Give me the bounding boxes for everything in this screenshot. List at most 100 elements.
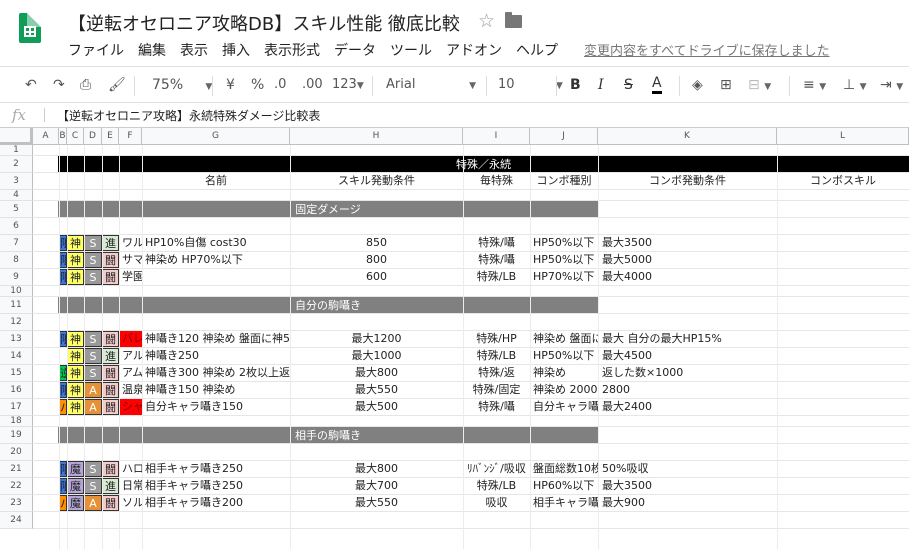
attribute-badge[interactable]: 魔 <box>67 478 84 494</box>
damage-value[interactable]: 最大550 <box>290 495 463 511</box>
combo-skill[interactable]: 最大3500 <box>598 235 777 251</box>
currency-button[interactable]: ¥ <box>226 76 235 94</box>
character-name[interactable]: 温泉レオルガ <box>119 382 142 398</box>
combo-condition[interactable]: 神染め 盤面に神6枚以上 神囁き1.5% <box>530 331 598 347</box>
skill-condition[interactable]: 相手キャラ囁き200 <box>142 495 290 511</box>
menu-item[interactable]: ツール <box>390 40 432 60</box>
column-header[interactable]: A <box>33 128 59 145</box>
rarity-badge[interactable]: 逆 <box>59 365 67 381</box>
percent-button[interactable]: % <box>251 76 264 94</box>
damage-value[interactable]: 最大700 <box>290 478 463 494</box>
print-icon[interactable]: ⎙ <box>80 76 91 94</box>
character-name[interactable]: サマーヴィクトリア <box>119 252 142 268</box>
combo-condition[interactable]: 神染め 2000自傷 <box>530 382 598 398</box>
rarity-badge[interactable]: 限 <box>59 235 67 251</box>
character-name[interactable]: シャローム <box>119 399 142 415</box>
skill-condition[interactable]: 相手キャラ囁き250 <box>142 461 290 477</box>
damage-value[interactable]: 最大1200 <box>290 331 463 347</box>
skill-condition[interactable]: 神囁き250 <box>142 348 290 364</box>
combo-type[interactable]: 特殊/囁 <box>463 252 530 268</box>
document-title[interactable]: 【逆転オセロニア攻略DB】スキル性能 徹底比較 <box>68 10 460 36</box>
combo-skill[interactable]: 50%吸収 <box>598 461 777 477</box>
menu-item[interactable]: 表示 <box>180 40 208 60</box>
borders-icon[interactable]: ⊞ <box>720 76 732 94</box>
paint-format-icon[interactable]: 🖌 <box>108 76 126 94</box>
grade-badge[interactable]: A <box>84 382 102 398</box>
row-number[interactable]: 22 <box>0 478 33 495</box>
combo-condition[interactable]: HP50%以下 自分の神囁き500 <box>530 252 598 268</box>
rarity-badge[interactable]: 限 <box>59 269 67 285</box>
attribute-badge[interactable]: 神 <box>67 331 84 347</box>
combo-type[interactable]: ﾘﾊﾞﾝｼﾞ/吸収 <box>463 461 530 477</box>
attribute-badge[interactable]: 魔 <box>67 461 84 477</box>
grade-badge[interactable]: S <box>84 348 102 364</box>
rarity-badge[interactable]: 限 <box>59 478 67 494</box>
row-number[interactable]: 8 <box>0 252 33 269</box>
combo-skill[interactable]: 最大3500 <box>598 478 777 494</box>
combo-type[interactable]: 特殊/囁 <box>463 235 530 251</box>
rarity-badge[interactable]: 限 <box>59 252 67 268</box>
attribute-badge[interactable]: 神 <box>67 399 84 415</box>
row-number[interactable]: 19 <box>0 427 33 444</box>
fill-color-icon[interactable]: ◈ <box>692 76 703 94</box>
bold-button[interactable]: B <box>570 76 581 94</box>
row-number[interactable]: 20 <box>0 444 33 461</box>
column-header[interactable]: E <box>102 128 119 145</box>
character-name[interactable]: 学園ミアクレル <box>119 269 142 285</box>
rarity-badge[interactable]: 限 <box>59 461 67 477</box>
combo-condition[interactable]: HP70%以下 <box>530 269 598 285</box>
text-color-button[interactable]: A <box>652 76 662 94</box>
type-badge[interactable]: 進 <box>102 348 119 364</box>
character-name[interactable]: ハロウィンカーリー <box>119 461 142 477</box>
damage-value[interactable]: 最大1000 <box>290 348 463 364</box>
combo-condition[interactable]: HP50%以下 <box>530 348 598 364</box>
column-header[interactable]: C <box>67 128 84 145</box>
combo-type[interactable]: 特殊/HP <box>463 331 530 347</box>
row-number[interactable]: 23 <box>0 495 33 512</box>
grade-badge[interactable]: S <box>84 365 102 381</box>
strikethrough-button[interactable]: S <box>624 76 633 94</box>
skill-condition[interactable] <box>142 269 290 285</box>
combo-skill[interactable]: 最大4500 <box>598 348 777 364</box>
menu-item[interactable]: アドオン <box>446 40 502 60</box>
column-header[interactable]: L <box>777 128 909 145</box>
attribute-badge[interactable]: 神 <box>67 269 84 285</box>
character-name[interactable]: 日常いちご <box>119 478 142 494</box>
grade-badge[interactable]: S <box>84 269 102 285</box>
attribute-badge[interactable]: 神 <box>67 365 84 381</box>
damage-value[interactable]: 最大800 <box>290 365 463 381</box>
column-title-name[interactable]: 名前 <box>142 173 290 189</box>
italic-button[interactable]: I <box>598 76 604 94</box>
skill-condition[interactable]: 神染め HP70%以下 <box>142 252 290 268</box>
combo-skill[interactable]: 返した数×1000 <box>598 365 777 381</box>
type-badge[interactable]: 進 <box>102 478 119 494</box>
row-number[interactable]: 12 <box>0 314 33 331</box>
rarity-badge[interactable]: 限 <box>59 331 67 347</box>
column-title-per_turn[interactable]: 毎特殊 <box>463 173 530 189</box>
column-header[interactable]: H <box>290 128 463 145</box>
combo-type[interactable]: 吸収 <box>463 495 530 511</box>
row-number[interactable]: 1 <box>0 145 33 156</box>
undo-icon[interactable]: ↶ <box>25 76 37 94</box>
combo-condition[interactable]: HP50%以下 相手キャラ囁き1000 <box>530 235 598 251</box>
row-number[interactable]: 16 <box>0 382 33 399</box>
column-header[interactable]: D <box>84 128 102 145</box>
combo-skill[interactable]: 最大900 <box>598 495 777 511</box>
column-header[interactable]: B <box>59 128 67 145</box>
vertical-align-icon[interactable]: ⊥ ▼ <box>843 76 867 96</box>
text-wrap-icon[interactable]: ⇥ ▼ <box>880 76 903 96</box>
column-header[interactable]: F <box>119 128 142 145</box>
row-number[interactable]: 4 <box>0 190 33 201</box>
skill-condition[interactable]: 神囁き150 神染め <box>142 382 290 398</box>
redo-icon[interactable]: ↷ <box>53 76 65 94</box>
row-number[interactable]: 6 <box>0 218 33 235</box>
row-number[interactable]: 7 <box>0 235 33 252</box>
column-header[interactable]: J <box>530 128 598 145</box>
character-name[interactable]: ソルシア <box>119 495 142 511</box>
character-name[interactable]: バレンタインキムン・カムイ <box>119 331 142 347</box>
damage-value[interactable]: 最大800 <box>290 461 463 477</box>
combo-condition[interactable]: 自分キャラ囁き400 <box>530 399 598 415</box>
font-size-select[interactable]: 10 ▼ <box>498 76 563 95</box>
type-badge[interactable]: 闘 <box>102 331 119 347</box>
row-number[interactable]: 14 <box>0 348 33 365</box>
